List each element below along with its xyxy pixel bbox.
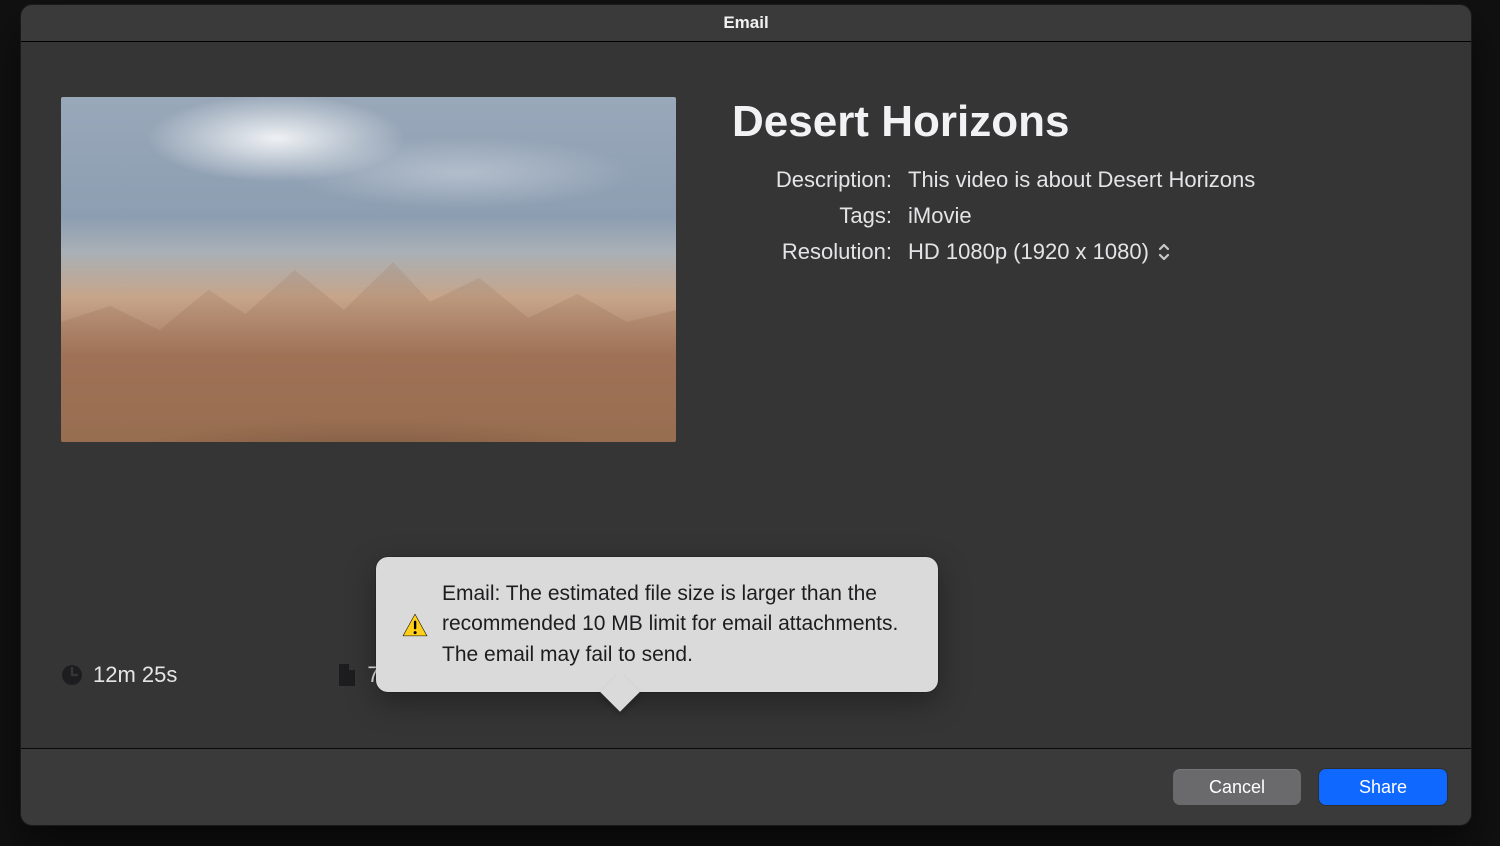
cancel-button[interactable]: Cancel — [1173, 769, 1301, 805]
description-label: Description: — [732, 167, 892, 193]
resolution-value: HD 1080p (1920 x 1080) — [908, 239, 1149, 265]
stepper-icon — [1157, 242, 1171, 262]
tags-value[interactable]: iMovie — [908, 203, 1431, 229]
window-titlebar: Email — [21, 5, 1471, 42]
description-value[interactable]: This video is about Desert Horizons — [908, 167, 1431, 193]
warning-popover: Email: The estimated file size is larger… — [376, 557, 938, 692]
dialog-footer: Cancel Share — [21, 748, 1471, 825]
dialog-content: Desert Horizons Description: This video … — [21, 42, 1471, 748]
share-button[interactable]: Share — [1319, 769, 1447, 805]
file-icon — [337, 663, 357, 687]
warning-popover-text: Email: The estimated file size is larger… — [442, 579, 912, 670]
email-share-dialog: Email Desert Horizons Description: This … — [20, 4, 1472, 826]
tags-label: Tags: — [732, 203, 892, 229]
project-title[interactable]: Desert Horizons — [732, 97, 1431, 147]
thumbnail-wrap — [61, 97, 676, 442]
fields-grid: Description: This video is about Desert … — [732, 167, 1431, 265]
warning-icon — [402, 579, 428, 670]
duration-info: 12m 25s — [61, 662, 177, 688]
video-thumbnail — [61, 97, 676, 442]
duration-value: 12m 25s — [93, 662, 177, 688]
window-title: Email — [723, 13, 768, 33]
metadata-panel: Desert Horizons Description: This video … — [732, 97, 1431, 265]
resolution-select[interactable]: HD 1080p (1920 x 1080) — [908, 239, 1431, 265]
resolution-label: Resolution: — [732, 239, 892, 265]
clock-icon — [61, 664, 83, 686]
